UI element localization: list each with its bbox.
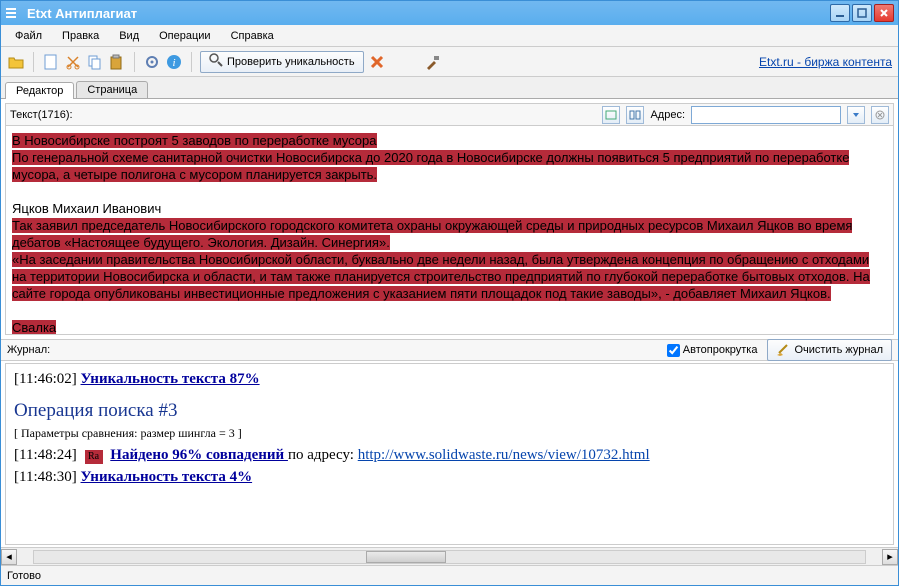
tab-row: Редактор Страница (1, 77, 898, 99)
autoscroll-input[interactable] (667, 344, 680, 357)
uniqueness-link[interactable]: Уникальность текста 4% (81, 469, 253, 485)
editor-toolbar: Текст(1716): Адрес: (5, 103, 894, 125)
journal-body[interactable]: [11:46:02] Уникальность текста 87% Опера… (5, 363, 894, 545)
text-line: «На заседании правительства Новосибирско… (12, 252, 870, 301)
text-line: Свалка (12, 320, 56, 335)
timestamp: [11:48:30] (14, 469, 77, 485)
editor-panel: Текст(1716): Адрес: В Новосибирске постр… (1, 99, 898, 339)
tab-editor[interactable]: Редактор (5, 82, 74, 99)
operation-params: [ Параметры сравнения: размер шингла = 3… (14, 422, 885, 444)
check-uniqueness-button[interactable]: Проверить уникальность (200, 51, 364, 73)
stop-icon[interactable] (368, 53, 386, 71)
check-uniqueness-label: Проверить уникальность (227, 56, 355, 68)
text-line: Яцков Михаил Иванович (12, 201, 161, 216)
text-count-label: Текст(1716): (10, 109, 73, 121)
tab-page[interactable]: Страница (76, 81, 148, 98)
matches-link[interactable]: Найдено 96% совпадений (110, 447, 288, 463)
editor-textarea[interactable]: В Новосибирске построят 5 заводов по пер… (5, 125, 894, 335)
menu-view[interactable]: Вид (109, 25, 149, 46)
app-window: Etxt Антиплагиат Файл Правка Вид Операци… (0, 0, 899, 586)
scroll-track[interactable] (33, 550, 866, 564)
paste-icon[interactable] (108, 53, 126, 71)
title-bar: Etxt Антиплагиат (1, 1, 898, 25)
timestamp: [11:48:24] (14, 447, 77, 463)
journal-row: [11:46:02] Уникальность текста 87% (14, 368, 885, 390)
menu-edit[interactable]: Правка (52, 25, 109, 46)
status-bar: Готово (1, 565, 898, 585)
svg-text:i: i (172, 57, 175, 69)
menu-help[interactable]: Справка (221, 25, 284, 46)
address-label: Адрес: (650, 109, 685, 121)
horizontal-scrollbar[interactable]: ◂ ▸ (1, 547, 898, 565)
scroll-right-button[interactable]: ▸ (882, 549, 898, 565)
journal-label: Журнал: (7, 344, 50, 356)
hammer-icon[interactable] (424, 53, 442, 71)
main-toolbar: i Проверить уникальность Etxt.ru - биржа… (1, 47, 898, 77)
maximize-button[interactable] (852, 4, 872, 22)
address-input[interactable] (691, 106, 841, 124)
window-title: Etxt Антиплагиат (27, 6, 137, 21)
favicon-badge: Ra (85, 450, 103, 464)
timestamp: [11:46:02] (14, 371, 77, 387)
address-cancel-button[interactable] (871, 106, 889, 124)
text-line: Так заявил председатель Новосибирского г… (12, 218, 852, 250)
operation-title: Операция поиска #3 (14, 400, 885, 422)
settings-icon[interactable] (143, 53, 161, 71)
match-address-label: по адресу: (288, 447, 358, 463)
menu-bar: Файл Правка Вид Операции Справка (1, 25, 898, 47)
menu-file[interactable]: Файл (5, 25, 52, 46)
menu-operations[interactable]: Операции (149, 25, 220, 46)
clear-journal-button[interactable]: Очистить журнал (767, 339, 892, 361)
text-line: В Новосибирске построят 5 заводов по пер… (12, 133, 377, 148)
uniqueness-link[interactable]: Уникальность текста 87% (81, 371, 260, 387)
new-icon[interactable] (42, 53, 60, 71)
open-icon[interactable] (7, 53, 25, 71)
autoscroll-checkbox[interactable]: Автопрокрутка (667, 344, 758, 357)
source-url-link[interactable]: http://www.solidwaste.ru/news/view/10732… (358, 447, 650, 463)
status-text: Готово (7, 570, 41, 582)
etxt-link[interactable]: Etxt.ru - биржа контента (759, 55, 892, 69)
journal-header: Журнал: Автопрокрутка Очистить журнал (1, 339, 898, 361)
broom-icon (776, 342, 790, 359)
scroll-left-button[interactable]: ◂ (1, 549, 17, 565)
copy-icon[interactable] (86, 53, 104, 71)
address-dropdown-button[interactable] (847, 106, 865, 124)
journal-row: [11:48:24] Ra Найдено 96% совпадений по … (14, 444, 885, 466)
search-icon (209, 53, 223, 70)
text-line: По генеральной схеме санитарной очистки … (12, 150, 849, 182)
journal-row: [11:48:30] Уникальность текста 4% (14, 466, 885, 488)
minimize-button[interactable] (830, 4, 850, 22)
close-button[interactable] (874, 4, 894, 22)
view-split-button[interactable] (626, 106, 644, 124)
clear-journal-label: Очистить журнал (794, 344, 883, 356)
info-icon[interactable]: i (165, 53, 183, 71)
autoscroll-label: Автопрокрутка (683, 344, 758, 356)
cut-icon[interactable] (64, 53, 82, 71)
app-logo-icon (5, 5, 21, 21)
scroll-thumb[interactable] (366, 551, 446, 563)
view-single-button[interactable] (602, 106, 620, 124)
